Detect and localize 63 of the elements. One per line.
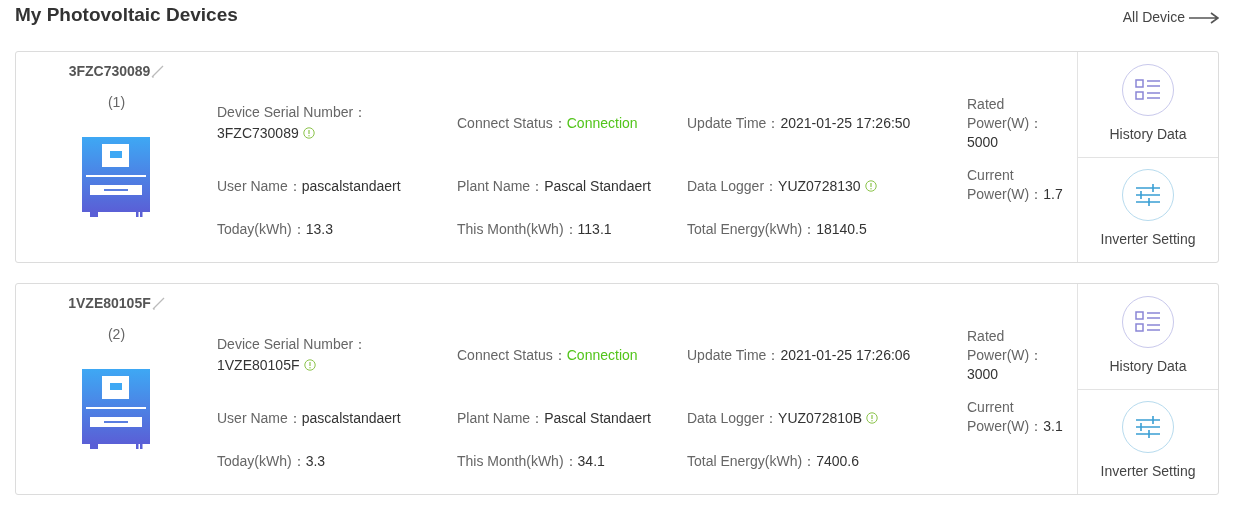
history-data-button[interactable]: History Data [1078,52,1218,157]
field-label: Rated Power(W)： [967,96,1044,131]
field-label: Update Time： [687,346,781,363]
inverter-setting-button[interactable]: Inverter Setting [1078,156,1218,262]
field-label: Update Time： [687,114,781,131]
field-label: Today(kWh)： [217,452,306,469]
field-value: 1.7 [1043,186,1063,202]
field-value: 2021-01-25 17:26:06 [780,346,911,363]
field-label: Current Power(W)： [967,167,1044,202]
field-value: 1VZE80105F [217,357,300,373]
field-value: 3.1 [1043,418,1063,434]
field-value: 113.1 [577,220,612,237]
field-label: User Name： [217,177,302,194]
field-label: Plant Name： [457,177,545,194]
field-label: Data Logger： [687,409,779,426]
field-label: Rated Power(W)： [967,328,1044,363]
field-value: YUZ072810B [778,409,863,426]
device-name: 1VZE80105F [68,294,151,313]
field-label: This Month(kWh)： [457,452,578,469]
field-label: Device Serial Number： [217,104,368,120]
inverter-icon [81,369,152,450]
field-label: Plant Name： [457,409,545,426]
field-value: pascalstandaert [301,409,401,426]
device-name: 3FZC730089 [68,62,151,81]
field-value: 13.3 [305,220,333,237]
history-data-button[interactable]: History Data [1078,284,1218,389]
page-title: My Photovoltaic Devices [15,4,238,27]
field-value: 3FZC730089 [217,125,299,141]
field-value: Connection [566,346,638,363]
field-label: This Month(kWh)： [457,220,578,237]
field-value: 34.1 [577,452,605,469]
field-value: 3.3 [305,452,326,469]
sliders-icon [1135,183,1161,208]
field-value: YUZ0728130 [778,177,861,194]
inverter-icon [81,137,152,218]
field-label: Connect Status： [457,114,567,131]
device-index: (2) [107,325,126,344]
list-icon [1135,309,1161,334]
sliders-icon [1135,415,1161,440]
field-value: pascalstandaert [301,177,401,194]
field-value: 3000 [967,366,999,382]
edit-icon[interactable] [151,297,165,310]
list-icon [1135,77,1161,102]
device-index: (1) [107,93,126,112]
all-devices-link[interactable]: All Device [1122,7,1219,28]
inverter-setting-button[interactable]: Inverter Setting [1078,388,1218,494]
field-value: 2021-01-25 17:26:50 [780,114,911,131]
field-label: User Name： [217,409,302,426]
field-value: Connection [566,114,638,131]
field-label: Total Energy(kWh)： [687,220,817,237]
field-label: Device Serial Number： [217,336,368,352]
field-label: Total Energy(kWh)： [687,452,817,469]
field-label: Connect Status： [457,346,567,363]
field-value: 18140.5 [816,220,867,237]
field-label: Current Power(W)： [967,399,1044,434]
field-label: Today(kWh)： [217,220,306,237]
field-value: 7400.6 [816,452,859,469]
field-label: Data Logger： [687,177,779,194]
field-value: Pascal Standaert [544,177,651,194]
arrow-icon [1189,11,1219,24]
edit-icon[interactable] [151,65,165,78]
field-value: 5000 [967,134,999,150]
field-value: Pascal Standaert [544,409,651,426]
